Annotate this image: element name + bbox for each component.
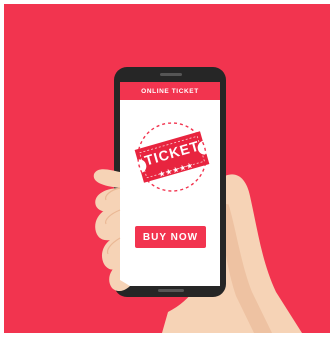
illustration: ★★★★★ ONLINE TICKET TICKET BUY NOW	[0, 0, 334, 337]
smartphone-icon	[114, 67, 226, 297]
hand-holding-phone-art: ★★★★★	[93, 67, 302, 333]
buy-now-button[interactable]: BUY NOW	[135, 226, 206, 248]
screen-header: ONLINE TICKET	[141, 87, 199, 95]
